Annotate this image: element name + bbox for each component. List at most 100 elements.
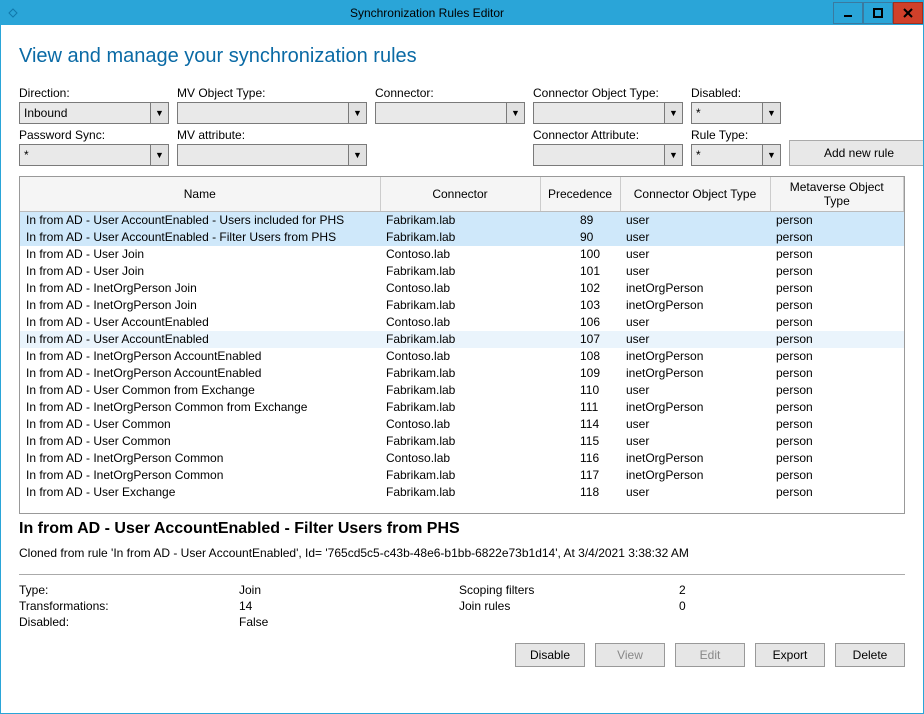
disabled-dropdown[interactable]: * ▼ [691,102,781,124]
cell-cot: inetOrgPerson [620,365,770,382]
rule-type-dropdown[interactable]: * ▼ [691,144,781,166]
export-button[interactable]: Export [755,643,825,667]
view-button[interactable]: View [595,643,665,667]
cell-connector: Fabrikam.lab [380,331,540,348]
detail-scoping-label: Scoping filters [459,583,679,597]
table-row[interactable]: In from AD - InetOrgPerson AccountEnable… [20,348,904,365]
cell-name: In from AD - User Join [20,263,380,280]
cell-connector: Fabrikam.lab [380,433,540,450]
detail-separator [19,574,905,575]
cell-mot: person [770,331,904,348]
cell-precedence: 110 [540,382,620,399]
table-row[interactable]: In from AD - User JoinContoso.lab100user… [20,246,904,263]
add-new-rule-button[interactable]: Add new rule [789,140,923,166]
chevron-down-icon: ▼ [348,103,366,123]
chevron-down-icon: ▼ [150,145,168,165]
rules-grid[interactable]: Name Connector Precedence Connector Obje… [20,177,904,501]
connector-label: Connector: [375,86,525,100]
col-name[interactable]: Name [20,177,380,212]
window-title: Synchronization Rules Editor [21,6,833,20]
table-row[interactable]: In from AD - InetOrgPerson JoinContoso.l… [20,280,904,297]
col-metaverse-object-type[interactable]: Metaverse Object Type [770,177,904,212]
col-connector[interactable]: Connector [380,177,540,212]
cell-connector: Fabrikam.lab [380,212,540,229]
app-icon [5,5,21,21]
detail-type-label: Type: [19,583,239,597]
cell-mot: person [770,382,904,399]
cell-precedence: 111 [540,399,620,416]
cell-precedence: 109 [540,365,620,382]
detail-trans-label: Transformations: [19,599,239,613]
chevron-down-icon: ▼ [762,145,780,165]
cell-mot: person [770,212,904,229]
table-row[interactable]: In from AD - User AccountEnabledFabrikam… [20,331,904,348]
cell-name: In from AD - InetOrgPerson Common [20,467,380,484]
cell-precedence: 116 [540,450,620,467]
cell-mot: person [770,348,904,365]
table-row[interactable]: In from AD - User AccountEnabledContoso.… [20,314,904,331]
cell-mot: person [770,263,904,280]
disable-button[interactable]: Disable [515,643,585,667]
direction-value: Inbound [20,103,150,123]
cell-precedence: 89 [540,212,620,229]
cell-mot: person [770,467,904,484]
detail-join-value: 0 [679,599,859,613]
password-sync-dropdown[interactable]: * ▼ [19,144,169,166]
cell-connector: Contoso.lab [380,348,540,365]
cell-precedence: 101 [540,263,620,280]
connector-attribute-value [534,145,664,165]
connector-object-type-label: Connector Object Type: [533,86,683,100]
cell-connector: Fabrikam.lab [380,229,540,246]
cell-connector: Fabrikam.lab [380,263,540,280]
mv-object-type-value [178,103,348,123]
mv-attribute-label: MV attribute: [177,128,367,142]
table-row[interactable]: In from AD - InetOrgPerson AccountEnable… [20,365,904,382]
minimize-button[interactable] [833,2,863,24]
table-row[interactable]: In from AD - InetOrgPerson Common from E… [20,399,904,416]
mv-object-type-dropdown[interactable]: ▼ [177,102,367,124]
cell-cot: user [620,263,770,280]
titlebar: Synchronization Rules Editor [1,1,923,25]
cell-name: In from AD - InetOrgPerson Common from E… [20,399,380,416]
connector-dropdown[interactable]: ▼ [375,102,525,124]
table-row[interactable]: In from AD - User AccountEnabled - Filte… [20,229,904,246]
cell-name: In from AD - User Common [20,433,380,450]
close-button[interactable] [893,2,923,24]
filters-panel: Direction: Inbound ▼ MV Object Type: ▼ C… [19,86,905,166]
connector-attribute-dropdown[interactable]: ▼ [533,144,683,166]
maximize-button[interactable] [863,2,893,24]
password-sync-label: Password Sync: [19,128,169,142]
mv-attribute-dropdown[interactable]: ▼ [177,144,367,166]
cell-precedence: 117 [540,467,620,484]
chevron-down-icon: ▼ [506,103,524,123]
table-row[interactable]: In from AD - User CommonContoso.lab114us… [20,416,904,433]
direction-label: Direction: [19,86,169,100]
table-row[interactable]: In from AD - User AccountEnabled - Users… [20,212,904,229]
table-row[interactable]: In from AD - InetOrgPerson CommonContoso… [20,450,904,467]
edit-button[interactable]: Edit [675,643,745,667]
cell-name: In from AD - InetOrgPerson AccountEnable… [20,348,380,365]
detail-panel: Type: Join Scoping filters 2 Transformat… [19,583,905,629]
direction-dropdown[interactable]: Inbound ▼ [19,102,169,124]
cell-name: In from AD - InetOrgPerson AccountEnable… [20,365,380,382]
table-row[interactable]: In from AD - User JoinFabrikam.lab101use… [20,263,904,280]
table-row[interactable]: In from AD - InetOrgPerson CommonFabrika… [20,467,904,484]
delete-button[interactable]: Delete [835,643,905,667]
rule-type-label: Rule Type: [691,128,781,142]
table-row[interactable]: In from AD - User CommonFabrikam.lab115u… [20,433,904,450]
table-row[interactable]: In from AD - InetOrgPerson JoinFabrikam.… [20,297,904,314]
cell-cot: inetOrgPerson [620,399,770,416]
table-row[interactable]: In from AD - User ExchangeFabrikam.lab11… [20,484,904,501]
cell-connector: Fabrikam.lab [380,484,540,501]
table-row[interactable]: In from AD - User Common from ExchangeFa… [20,382,904,399]
detail-trans-value: 14 [239,599,459,613]
cell-precedence: 108 [540,348,620,365]
connector-value [376,103,506,123]
cell-mot: person [770,297,904,314]
col-precedence[interactable]: Precedence [540,177,620,212]
cell-name: In from AD - User AccountEnabled [20,314,380,331]
connector-object-type-dropdown[interactable]: ▼ [533,102,683,124]
col-connector-object-type[interactable]: Connector Object Type [620,177,770,212]
mv-object-type-label: MV Object Type: [177,86,367,100]
content-area: View and manage your synchronization rul… [1,25,923,713]
